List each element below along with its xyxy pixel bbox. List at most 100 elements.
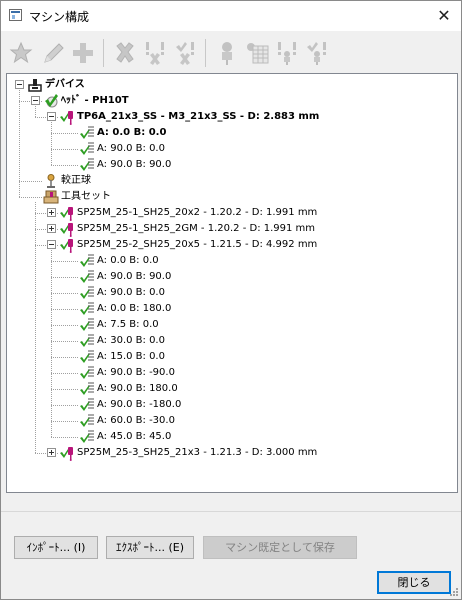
- export-button[interactable]: ｴｸｽﾎﾟｰﾄ... (E): [106, 536, 194, 559]
- device-icon: [27, 77, 43, 93]
- tree-node[interactable]: A: 0.0 B: 0.0: [7, 253, 447, 269]
- machine-config-window: マシン構成 ✕ デバイス ﾍｯﾄﾞ - PH10T TP6A_21x3_SS -…: [0, 0, 462, 600]
- tree-node-label: A: 90.0 B: 90.0: [97, 271, 172, 282]
- alert-x-icon[interactable]: [141, 37, 169, 69]
- tree-node[interactable]: 較正球: [7, 173, 447, 189]
- tree-node[interactable]: SP25M_25-3_SH25_21x3 - 1.21.3 - D: 3.000…: [7, 445, 447, 461]
- resize-grip-icon[interactable]: [449, 587, 459, 597]
- tree-node-label: A: 0.0 B: 180.0: [97, 303, 172, 314]
- import-button[interactable]: ｲﾝﾎﾟｰﾄ... (I): [14, 536, 98, 559]
- collapse-toggle[interactable]: [31, 96, 40, 105]
- tree-node-label: SP25M_25-1_SH25_20x2 - 1.20.2 - D: 1.991…: [77, 207, 318, 218]
- tip-check-icon: [79, 349, 95, 365]
- probe-check-icon: [59, 445, 75, 461]
- divider: [1, 511, 461, 512]
- tip-check-icon: [79, 269, 95, 285]
- tip-check-icon: [79, 365, 95, 381]
- toolbar-separator: [103, 39, 104, 67]
- toolbar: [5, 34, 457, 72]
- tree-node[interactable]: SP25M_25-1_SH25_2GM - 1.20.2 - D: 1.991 …: [7, 221, 447, 237]
- tree-node[interactable]: A: 0.0 B: 180.0: [7, 301, 447, 317]
- tree-node-label: A: 90.0 B: 90.0: [97, 159, 172, 170]
- pencil-icon[interactable]: [39, 37, 67, 69]
- tree-node-label: A: 90.0 B: -180.0: [97, 399, 182, 410]
- tree-node[interactable]: TP6A_21x3_SS - M3_21x3_SS - D: 2.883 mm: [7, 109, 447, 125]
- tip-check-icon: [79, 157, 95, 173]
- tip-check-icon: [79, 285, 95, 301]
- tree-node[interactable]: A: 90.0 B: -180.0: [7, 397, 447, 413]
- tree-node[interactable]: A: 90.0 B: 0.0: [7, 141, 447, 157]
- toolset-icon: [43, 189, 59, 205]
- toolbar-separator: [205, 39, 206, 67]
- tip-check-icon: [79, 429, 95, 445]
- tree-node[interactable]: A: 90.0 B: 0.0: [7, 285, 447, 301]
- tree-node[interactable]: A: 60.0 B: -30.0: [7, 413, 447, 429]
- window-title: マシン構成: [29, 10, 90, 24]
- check-x-icon[interactable]: [171, 37, 199, 69]
- expand-toggle[interactable]: [47, 208, 56, 217]
- tip-check-icon: [79, 253, 95, 269]
- tree-node-label: SP25M_25-2_SH25_20x5 - 1.21.5 - D: 4.992…: [77, 239, 318, 250]
- tree-node[interactable]: 工具セット: [7, 189, 447, 205]
- tree-node-label: TP6A_21x3_SS - M3_21x3_SS - D: 2.883 mm: [77, 111, 320, 122]
- collapse-toggle[interactable]: [47, 112, 56, 121]
- tree-node-label: デバイス: [45, 79, 85, 90]
- probe-check-icon: [59, 221, 75, 237]
- tree-node[interactable]: A: 7.5 B: 0.0: [7, 317, 447, 333]
- tree-node-label: 較正球: [61, 175, 91, 186]
- tree-node[interactable]: A: 90.0 B: -90.0: [7, 365, 447, 381]
- tree-node[interactable]: ﾍｯﾄﾞ - PH10T: [7, 93, 447, 109]
- tip-check-icon: [79, 301, 95, 317]
- tree-node-label: SP25M_25-1_SH25_2GM - 1.20.2 - D: 1.991 …: [77, 223, 316, 234]
- tree-node[interactable]: A: 45.0 B: 45.0: [7, 429, 447, 445]
- tree-node[interactable]: A: 90.0 B: 180.0: [7, 381, 447, 397]
- tip-check-icon: [79, 333, 95, 349]
- tree-node-label: A: 90.0 B: -90.0: [97, 367, 175, 378]
- tree-node[interactable]: A: 90.0 B: 90.0: [7, 157, 447, 173]
- tree-node-label: A: 7.5 B: 0.0: [97, 319, 159, 330]
- tip-check-icon: [79, 141, 95, 157]
- probe-icon[interactable]: [213, 37, 241, 69]
- tree-node-label: A: 30.0 B: 0.0: [97, 335, 165, 346]
- title-bar: マシン構成 ✕: [1, 1, 461, 31]
- tip-check-icon: [79, 381, 95, 397]
- probe-check-icon: [59, 109, 75, 125]
- tip-check-icon: [79, 413, 95, 429]
- tree-node-label: A: 45.0 B: 45.0: [97, 431, 172, 442]
- tree-node[interactable]: A: 30.0 B: 0.0: [7, 333, 447, 349]
- tree-node-label: A: 90.0 B: 0.0: [97, 287, 165, 298]
- tree-node[interactable]: SP25M_25-1_SH25_20x2 - 1.20.2 - D: 1.991…: [7, 205, 447, 221]
- tree-node-label: 工具セット: [61, 191, 111, 202]
- close-window-button[interactable]: ✕: [429, 4, 459, 28]
- head-check-icon: [43, 93, 59, 109]
- tree-node-label: ﾍｯﾄﾞ - PH10T: [61, 95, 129, 106]
- probe-check-icon[interactable]: [303, 37, 331, 69]
- tip-check-icon: [79, 397, 95, 413]
- tree-node[interactable]: A: 15.0 B: 0.0: [7, 349, 447, 365]
- star-icon[interactable]: [7, 37, 35, 69]
- tip-check-icon: [79, 125, 95, 141]
- tree-node-label: A: 90.0 B: 0.0: [97, 143, 165, 154]
- tree-node-label: A: 0.0 B: 0.0: [97, 127, 167, 138]
- tree-node-label: A: 60.0 B: -30.0: [97, 415, 175, 426]
- tree-node[interactable]: A: 90.0 B: 90.0: [7, 269, 447, 285]
- tree-node-label: A: 0.0 B: 0.0: [97, 255, 159, 266]
- expand-toggle[interactable]: [47, 224, 56, 233]
- tree-node-label: A: 90.0 B: 180.0: [97, 383, 178, 394]
- tree-node[interactable]: デバイス: [7, 77, 447, 93]
- probe-alert-icon[interactable]: [273, 37, 301, 69]
- delete-icon[interactable]: [111, 37, 139, 69]
- collapse-toggle[interactable]: [47, 240, 56, 249]
- app-window-icon: [9, 9, 22, 21]
- expand-toggle[interactable]: [47, 448, 56, 457]
- tree-node[interactable]: SP25M_25-2_SH25_20x5 - 1.21.5 - D: 4.992…: [7, 237, 447, 253]
- plus-icon[interactable]: [69, 37, 97, 69]
- table-icon[interactable]: [243, 37, 271, 69]
- tree-node-label: A: 15.0 B: 0.0: [97, 351, 165, 362]
- tip-check-icon: [79, 317, 95, 333]
- save-as-machine-default-button[interactable]: マシン既定として保存: [203, 536, 357, 559]
- collapse-toggle[interactable]: [15, 80, 24, 89]
- close-button[interactable]: 閉じる: [377, 571, 451, 594]
- machine-config-tree[interactable]: デバイス ﾍｯﾄﾞ - PH10T TP6A_21x3_SS - M3_21x3_S…: [6, 73, 458, 493]
- tree-node[interactable]: A: 0.0 B: 0.0: [7, 125, 447, 141]
